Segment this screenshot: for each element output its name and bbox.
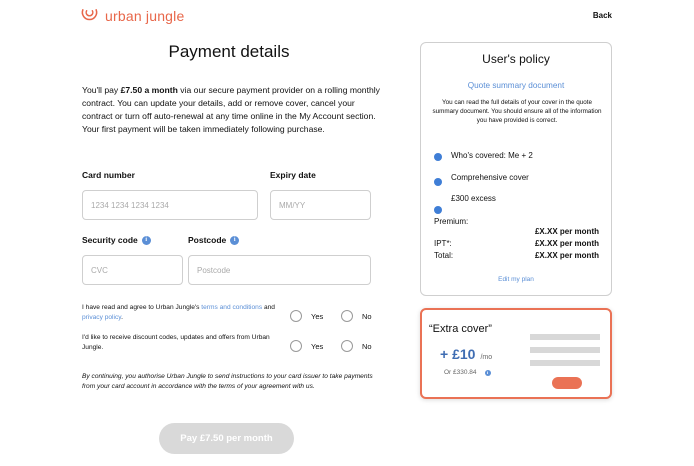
- payment-intro: You'll pay £7.50 a month via our secure …: [82, 84, 380, 136]
- total-label: Total:: [434, 251, 454, 260]
- terms-suffix: .: [121, 314, 123, 321]
- total-row: Total: £X.XX per month: [434, 251, 599, 260]
- terms-link[interactable]: terms and conditions: [201, 304, 262, 311]
- extra-cover-price: + £10 /mo: [440, 346, 492, 362]
- authorisation-disclaimer: By continuing, you authorise Urban Jungl…: [82, 373, 373, 390]
- marketing-no-option[interactable]: No: [341, 340, 372, 352]
- expiry-field[interactable]: [270, 190, 371, 220]
- terms-prefix: I have read and agree to Urban Jungle's: [82, 304, 202, 311]
- terms-mid: and: [262, 304, 275, 311]
- postcode-label: Postcode i: [188, 235, 240, 245]
- security-info-icon[interactable]: i: [141, 235, 151, 245]
- privacy-policy-link[interactable]: privacy policy: [82, 314, 121, 321]
- premium-label: Premium:: [434, 217, 469, 226]
- marketing-yes-radio[interactable]: [290, 340, 302, 352]
- bullet-icon: [434, 206, 442, 214]
- postcode-label-text: Postcode: [188, 235, 227, 245]
- bullet-icon: [434, 178, 442, 186]
- expiry-label: Expiry date: [270, 170, 316, 180]
- placeholder-line: [530, 334, 600, 340]
- card-number-label-text: Card number: [82, 170, 135, 180]
- extra-cover-card[interactable]: “Extra cover” + £10 /mo Or £330.84 i: [420, 308, 612, 399]
- ipt-row: IPT*: £X.XX per month: [434, 239, 599, 248]
- ipt-label: IPT*:: [434, 239, 452, 248]
- terms-yes-option[interactable]: Yes: [290, 310, 323, 322]
- terms-no-option[interactable]: No: [341, 310, 372, 322]
- brand-name: urban jungle: [105, 7, 185, 24]
- premium-value: £X.XX per month: [534, 227, 599, 236]
- terms-no-label: No: [362, 311, 372, 321]
- card-number-label: Card number: [82, 170, 135, 180]
- policy-item-excess: £300 excess: [451, 194, 496, 203]
- placeholder-line: [530, 360, 600, 366]
- extra-cover-info-icon[interactable]: i: [484, 369, 491, 376]
- intro-amount: £7.50 a month: [120, 85, 178, 95]
- ipt-value: £X.XX per month: [534, 239, 599, 248]
- marketing-no-label: No: [362, 341, 372, 351]
- logo-icon: [81, 9, 98, 21]
- extra-cover-annual: Or £330.84 i: [444, 369, 491, 376]
- card-number-field[interactable]: [82, 190, 258, 220]
- postcode-info-icon[interactable]: i: [230, 235, 240, 245]
- extra-cover-annual-text: Or £330.84: [444, 369, 477, 376]
- terms-yes-label: Yes: [311, 311, 324, 321]
- extra-cover-title: “Extra cover”: [429, 323, 492, 335]
- total-value: £X.XX per month: [534, 251, 599, 260]
- security-code-label-text: Security code: [82, 235, 138, 245]
- premium-row: £X.XX per month: [434, 227, 599, 236]
- card-number-input[interactable]: [83, 191, 257, 219]
- terms-consent-text: I have read and agree to Urban Jungle's …: [82, 303, 282, 323]
- brand-logo[interactable]: urban jungle: [80, 6, 184, 25]
- edit-plan-link[interactable]: Edit my plan: [421, 276, 611, 283]
- pay-button[interactable]: Pay £7.50 per month: [159, 423, 294, 454]
- marketing-yes-label: Yes: [311, 341, 324, 351]
- back-link[interactable]: Back: [593, 11, 612, 20]
- terms-yes-radio[interactable]: [290, 310, 302, 322]
- postcode-field[interactable]: [188, 255, 371, 285]
- postcode-input[interactable]: [189, 256, 370, 284]
- security-code-input[interactable]: [83, 256, 182, 284]
- quote-summary-link[interactable]: Quote summary document: [421, 81, 611, 90]
- marketing-consent-text: I'd like to receive discount codes, upda…: [82, 334, 270, 351]
- security-code-field[interactable]: [82, 255, 183, 285]
- intro-prefix: You'll pay: [82, 85, 121, 95]
- expiry-label-text: Expiry date: [270, 170, 316, 180]
- policy-title: User's policy: [482, 52, 550, 66]
- expiry-input[interactable]: [271, 191, 370, 219]
- marketing-yes-option[interactable]: Yes: [290, 340, 323, 352]
- bullet-icon: [434, 153, 442, 161]
- policy-item-covered: Who's covered: Me + 2: [451, 151, 533, 160]
- policy-description: You can read the full details of your co…: [432, 99, 602, 124]
- extra-cover-toggle[interactable]: [552, 377, 582, 389]
- policy-summary-card: User's policy Quote summary document You…: [420, 42, 612, 296]
- security-code-label: Security code i: [82, 235, 151, 245]
- marketing-no-radio[interactable]: [341, 340, 353, 352]
- extra-cover-price-value: + £10: [440, 346, 476, 362]
- policy-item-cover-type: Comprehensive cover: [451, 173, 529, 182]
- extra-cover-per: /mo: [480, 354, 493, 361]
- terms-no-radio[interactable]: [341, 310, 353, 322]
- toggle-knob: [571, 378, 581, 388]
- placeholder-line: [530, 347, 600, 353]
- page-title: Payment details: [168, 42, 290, 61]
